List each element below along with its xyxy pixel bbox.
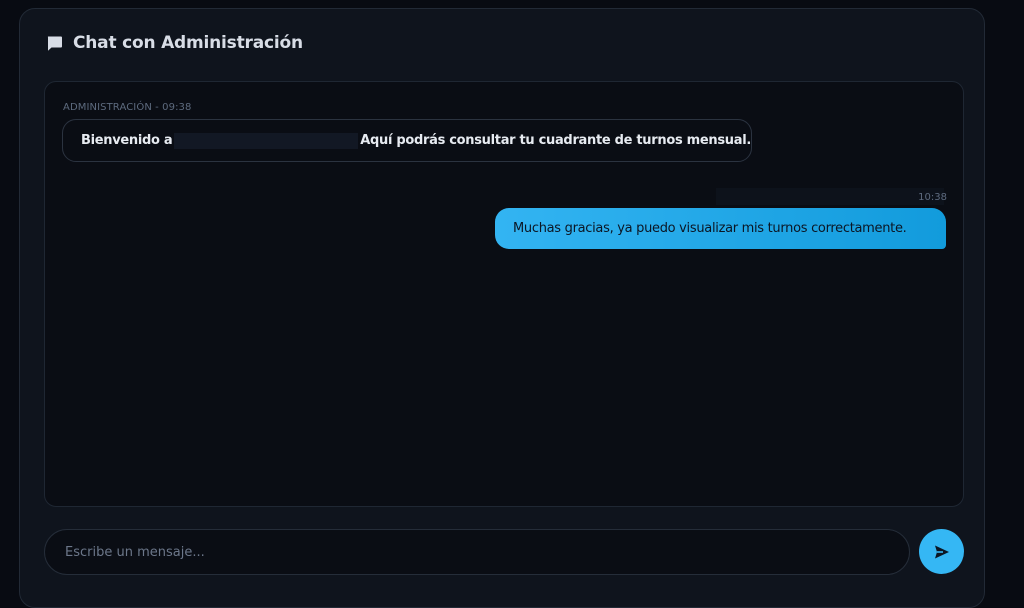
chat-title: Chat con Administración — [73, 33, 303, 53]
message-input[interactable] — [45, 530, 909, 574]
message-meta-user: 10:38 — [918, 192, 947, 203]
message-input-wrapper — [44, 529, 910, 575]
send-button[interactable] — [919, 529, 964, 574]
message-meta-admin: ADMINISTRACIÓN - 09:38 — [63, 102, 192, 113]
send-icon — [934, 545, 949, 558]
outgoing-message: Muchas gracias, ya puedo visualizar mis … — [495, 208, 946, 249]
chat-bubble-icon — [46, 35, 63, 52]
incoming-message-text-end: Aquí podrás consultar tu cuadrante de tu… — [360, 133, 751, 148]
messages-area[interactable]: ADMINISTRACIÓN - 09:38 Bienvenido a Aquí… — [44, 81, 964, 507]
redacted-text — [174, 132, 359, 149]
chat-card: Chat con Administración ADMINISTRACIÓN -… — [19, 8, 985, 608]
incoming-message: Bienvenido a Aquí podrás consultar tu cu… — [62, 119, 752, 162]
outgoing-message-text: Muchas gracias, ya puedo visualizar mis … — [513, 221, 907, 236]
chat-header: Chat con Administración — [46, 33, 303, 53]
message-meta-strip — [716, 188, 944, 205]
incoming-message-text-start: Bienvenido a — [81, 133, 173, 148]
